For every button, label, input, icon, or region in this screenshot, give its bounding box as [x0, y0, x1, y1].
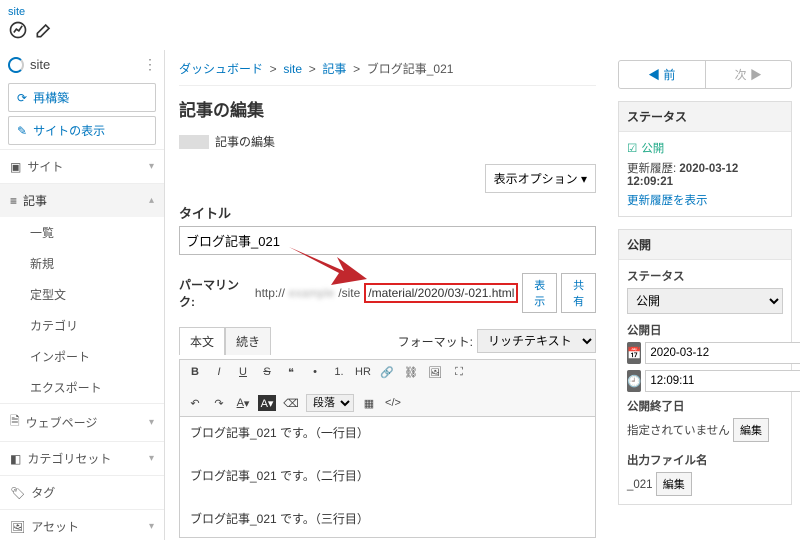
- sub-import[interactable]: インポート: [0, 341, 164, 372]
- crumb-site[interactable]: site: [283, 62, 302, 76]
- permalink-share-button[interactable]: 共有: [561, 273, 596, 313]
- output-file-edit-button[interactable]: 編集: [656, 472, 692, 496]
- publish-heading: 公開: [619, 230, 791, 260]
- underline-button[interactable]: U: [234, 364, 252, 380]
- unlink-button[interactable]: ⛓: [402, 364, 420, 380]
- bold-button[interactable]: B: [186, 364, 204, 380]
- chevron-down-icon: ▾: [149, 417, 154, 428]
- tag-icon: 🏷: [10, 486, 25, 500]
- chevron-down-icon: ▾: [149, 521, 154, 532]
- title-input[interactable]: [179, 226, 596, 255]
- sub-template[interactable]: 定型文: [0, 279, 164, 310]
- source-button[interactable]: </>: [384, 395, 402, 411]
- publish-date-input[interactable]: [645, 342, 800, 364]
- format-select[interactable]: リッチテキスト: [477, 329, 596, 353]
- tag-icon: ◧: [10, 452, 21, 466]
- publish-time-input[interactable]: [645, 370, 800, 392]
- unpublish-value: 指定されていません: [627, 425, 733, 437]
- link-button[interactable]: 🔗: [378, 364, 396, 380]
- check-icon: ☑: [627, 141, 637, 155]
- nav-site[interactable]: ▣サイト▾: [0, 149, 164, 183]
- quote-button[interactable]: ❝: [282, 364, 300, 380]
- asset-icon: 🖼: [10, 520, 25, 534]
- output-file-label: 出力ファイル名: [627, 452, 783, 468]
- editor-body[interactable]: ブログ記事_021 です。（一行目） ブログ記事_021 です。（二行目） ブロ…: [179, 417, 596, 538]
- clear-button[interactable]: ⌫: [282, 395, 300, 411]
- prev-next-label: 記事の編集: [215, 133, 275, 150]
- nav-tag[interactable]: 🏷タグ: [0, 475, 164, 509]
- status-heading: ステータス: [619, 102, 791, 132]
- permalink-blur: example: [289, 286, 334, 300]
- strike-button[interactable]: S: [258, 364, 276, 380]
- table-button[interactable]: ▦: [360, 395, 378, 411]
- unpublish-edit-button[interactable]: 編集: [733, 418, 769, 442]
- display-options-button[interactable]: 表示オプション ▾: [485, 164, 596, 193]
- calendar-icon[interactable]: 📅: [627, 342, 641, 364]
- publish-state: ☑公開: [627, 140, 783, 156]
- site-icon: ▣: [10, 160, 21, 174]
- permalink-prefix: http://: [255, 286, 285, 300]
- stats-icon[interactable]: [8, 20, 28, 43]
- update-history-label: 更新履歴: 2020-03-12 12:09:21: [627, 160, 783, 188]
- edit-icon[interactable]: [34, 20, 54, 43]
- title-label: タイトル: [179, 203, 596, 222]
- sidebar-menu-icon[interactable]: ⋮: [143, 56, 156, 73]
- pager-next[interactable]: 次 ▶: [706, 61, 792, 88]
- crumb-entries[interactable]: 記事: [322, 62, 346, 76]
- tab-more[interactable]: 続き: [225, 327, 271, 355]
- nav-categoryset[interactable]: ◧カテゴリセット▾: [0, 441, 164, 475]
- rebuild-button[interactable]: ⟳ 再構築: [8, 83, 156, 112]
- nav-asset[interactable]: 🖼アセット▾: [0, 509, 164, 540]
- page-title: 記事の編集: [179, 96, 596, 121]
- sub-category[interactable]: カテゴリ: [0, 310, 164, 341]
- top-site-link[interactable]: site: [8, 6, 25, 18]
- sub-export[interactable]: エクスポート: [0, 372, 164, 403]
- view-site-button[interactable]: ✎ サイトの表示: [8, 116, 156, 145]
- sub-new[interactable]: 新規: [0, 248, 164, 279]
- permalink-highlight: /material/2020/03/-021.html: [364, 283, 518, 303]
- output-file-value: _021: [627, 479, 656, 491]
- sidebar-site-name: site: [30, 57, 50, 72]
- ol-button[interactable]: 1.: [330, 364, 348, 380]
- chevron-down-icon: ▾: [149, 161, 154, 172]
- nav-webpage[interactable]: 🗎ウェブページ▾: [0, 403, 164, 441]
- paragraph-select[interactable]: 段落: [306, 394, 354, 412]
- permalink-view-button[interactable]: 表示: [522, 273, 557, 313]
- fullscreen-button[interactable]: ⛶: [450, 364, 468, 380]
- rebuild-icon: ⟳: [17, 91, 27, 105]
- status-sub-label: ステータス: [627, 268, 783, 284]
- site-logo-icon: [8, 57, 24, 73]
- status-select[interactable]: 公開: [627, 288, 783, 314]
- italic-button[interactable]: I: [210, 364, 228, 380]
- format-label: フォーマット:: [398, 333, 473, 350]
- publish-date-label: 公開日: [627, 322, 783, 338]
- ul-button[interactable]: •: [306, 364, 324, 380]
- clock-icon[interactable]: 🕘: [627, 370, 641, 392]
- redo-button[interactable]: ↷: [210, 395, 228, 411]
- prev-next-stub: [179, 135, 209, 149]
- crumb-dashboard[interactable]: ダッシュボード: [179, 62, 263, 76]
- bgcolor-button[interactable]: A▾: [258, 395, 276, 411]
- doc-icon: 🗎: [10, 412, 20, 433]
- show-history-link[interactable]: 更新履歴を表示: [627, 192, 708, 208]
- editor-toolbar: B I U S ❝ • 1. HR 🔗 ⛓ 🖼 ⛶ ↶ ↷ A▾ A▾ ⌫ 段落…: [179, 359, 596, 417]
- tab-body[interactable]: 本文: [179, 327, 225, 355]
- pager-prev[interactable]: ◀ 前: [619, 61, 706, 88]
- image-button[interactable]: 🖼: [426, 364, 444, 380]
- entries-icon: ≡: [10, 194, 17, 208]
- crumb-current: ブログ記事_021: [367, 62, 454, 76]
- undo-button[interactable]: ↶: [186, 395, 204, 411]
- breadcrumb: ダッシュボード > site > 記事 > ブログ記事_021: [179, 60, 596, 86]
- sub-list[interactable]: 一覧: [0, 217, 164, 248]
- chevron-down-icon: ▾: [149, 453, 154, 464]
- view-site-icon: ✎: [17, 124, 27, 138]
- hr-button[interactable]: HR: [354, 364, 372, 380]
- unpublish-date-label: 公開終了日: [627, 398, 783, 414]
- textcolor-button[interactable]: A▾: [234, 395, 252, 411]
- nav-entries[interactable]: ≡記事▴: [0, 183, 164, 217]
- chevron-up-icon: ▴: [149, 195, 154, 206]
- permalink-label: パーマリンク:: [179, 276, 251, 310]
